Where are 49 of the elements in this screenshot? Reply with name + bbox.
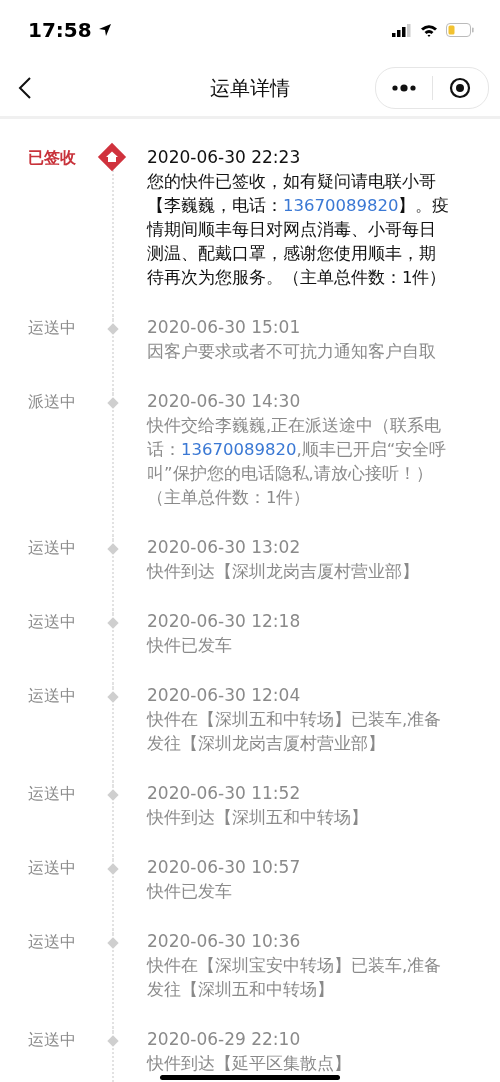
phone-link[interactable]: 13670089820 <box>181 440 297 459</box>
status-label: 运送中 <box>27 611 77 633</box>
status-label: 运送中 <box>27 857 77 879</box>
event-time: 2020-06-30 14:30 <box>147 390 302 413</box>
event-time: 2020-06-30 12:18 <box>147 610 302 633</box>
more-icon <box>390 84 417 92</box>
event-description: 快件在【深圳五和中转场】已装车,准备发往【深圳龙岗吉厦村营业部】 <box>147 709 443 755</box>
event-time: 2020-06-29 22:10 <box>147 1028 302 1051</box>
event-time: 2020-06-30 15:01 <box>147 316 302 339</box>
target-icon <box>449 77 472 99</box>
phone-link[interactable]: 13670089820 <box>283 196 399 215</box>
diamond-icon <box>107 617 119 629</box>
status-label: 运送中 <box>27 317 77 339</box>
event-description: 快件已发车 <box>147 635 233 657</box>
event-time: 2020-06-30 11:52 <box>147 782 302 805</box>
status-label: 派送中 <box>27 391 77 413</box>
diamond-icon <box>107 1035 119 1047</box>
signal-icon <box>392 23 412 37</box>
event-description: 快件到达【深圳五和中转场】 <box>147 807 369 829</box>
diamond-icon <box>107 937 119 949</box>
event-time: 2020-06-30 13:02 <box>147 536 302 559</box>
diamond-icon <box>107 691 119 703</box>
event-time: 2020-06-30 12:04 <box>147 684 302 707</box>
event-time: 2020-06-30 10:36 <box>147 930 302 953</box>
diamond-icon <box>107 863 119 875</box>
event-time: 2020-06-30 22:23 <box>147 146 302 169</box>
diamond-icon <box>107 789 119 801</box>
diamond-icon <box>107 323 119 335</box>
event-description: 快件到达【深圳龙岗吉厦村营业部】 <box>147 561 420 583</box>
status-label: 运送中 <box>27 537 77 559</box>
event-time: 2020-06-30 10:57 <box>147 856 302 879</box>
diamond-icon <box>107 397 119 409</box>
location-arrow-icon <box>97 23 112 37</box>
status-label: 运送中 <box>27 931 77 953</box>
status-label: 运送中 <box>27 1029 77 1051</box>
wifi-icon <box>420 23 438 37</box>
event-description: 快件交给李巍巍,正在派送途中（联系电话：13670089820,顺丰已开启“安全呼叫”保护您的电话隐私,请放心接听！）（主单总件数：1件） <box>147 415 448 509</box>
battery-icon <box>446 23 474 37</box>
clock-time: 17:58 <box>28 18 92 42</box>
event-description: 您的快件已签收，如有疑问请电联小哥【李巍巍，电话：13670089820】。疫情期间顺丰每日对网点消毒、小哥每日测温、配戴口罩，感谢您使用顺丰，期待再次为您服务。（主单总件数：1件） <box>147 171 451 289</box>
page-title: 运单详情 <box>210 74 290 102</box>
status-label: 运送中 <box>27 685 77 707</box>
diamond-icon <box>107 543 119 555</box>
status-label: 运送中 <box>27 783 77 805</box>
event-description: 快件在【深圳宝安中转场】已装车,准备发往【深圳五和中转场】 <box>147 955 443 1001</box>
status-label: 已签收 <box>27 147 77 169</box>
event-description: 因客户要求或者不可抗力通知客户自取 <box>147 341 437 363</box>
event-description: 快件到达【延平区集散点】 <box>147 1053 352 1075</box>
event-description: 快件已发车 <box>147 881 233 903</box>
